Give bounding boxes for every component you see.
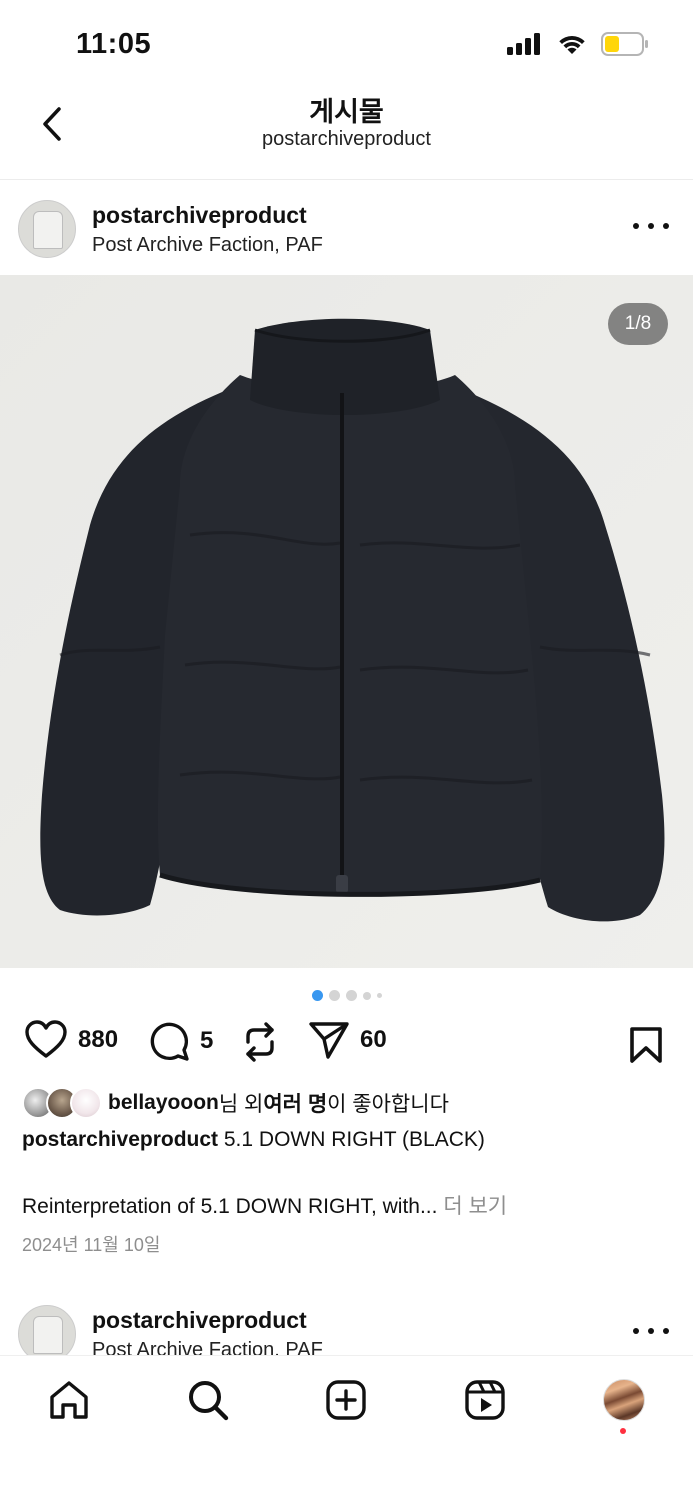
status-bar: 11:05 — [0, 0, 693, 88]
caption-username[interactable]: postarchiveproduct — [22, 1128, 218, 1151]
post-media-image[interactable]: 1/8 — [0, 275, 693, 968]
profile-avatar — [603, 1379, 645, 1421]
post-description: Reinterpretation of 5.1 DOWN RIGHT, with… — [22, 1190, 507, 1220]
description-text: Reinterpretation of 5.1 DOWN RIGHT, with… — [22, 1195, 444, 1218]
post-caption: postarchiveproduct 5.1 DOWN RIGHT (BLACK… — [22, 1128, 485, 1152]
liked-by-text-end: 이 좋아합니다 — [327, 1093, 449, 1116]
next-post-username[interactable]: postarchiveproduct — [92, 1307, 307, 1334]
more-options-button[interactable] — [633, 1321, 669, 1341]
page-subtitle[interactable]: postarchiveproduct — [0, 128, 693, 151]
create-post-icon — [326, 1380, 366, 1420]
next-post-location[interactable]: Post Archive Faction, PAF — [92, 1339, 323, 1355]
more-options-button[interactable] — [633, 216, 669, 236]
media-counter: 1/8 — [608, 303, 668, 345]
tab-home[interactable] — [45, 1376, 93, 1424]
status-icons — [507, 32, 649, 56]
more-link[interactable]: 더 보기 — [443, 1195, 507, 1218]
post-header: postarchiveproduct Post Archive Faction,… — [0, 180, 693, 275]
comment-button[interactable]: 5 — [148, 1020, 213, 1062]
post-location[interactable]: Post Archive Faction, PAF — [92, 234, 323, 257]
like-button[interactable]: 880 — [24, 1020, 118, 1060]
cellular-signal-icon — [507, 33, 540, 55]
wifi-icon — [559, 36, 585, 54]
liked-by[interactable]: bellayooon 님 외 여러 명이 좋아합니다 — [22, 1087, 449, 1119]
notification-dot — [620, 1428, 626, 1434]
battery-icon — [601, 32, 648, 56]
search-icon — [189, 1381, 229, 1421]
caption-text: 5.1 DOWN RIGHT (BLACK) — [218, 1128, 485, 1151]
next-post-header: postarchiveproduct Post Archive Faction,… — [0, 1285, 693, 1355]
jacket-photo — [0, 275, 693, 968]
post-username[interactable]: postarchiveproduct — [92, 202, 307, 229]
liked-by-others[interactable]: 여러 명 — [263, 1088, 327, 1118]
tab-profile[interactable] — [600, 1376, 648, 1424]
carousel-dot-active — [311, 990, 323, 1001]
status-time: 11:05 — [76, 28, 152, 60]
liked-by-avatars — [22, 1087, 104, 1119]
repost-button[interactable] — [240, 1020, 280, 1064]
bottom-tab-bar — [0, 1355, 693, 1500]
carousel-dots — [0, 990, 693, 1001]
repost-icon — [246, 1022, 274, 1062]
send-icon — [309, 1022, 349, 1059]
carousel-dot — [328, 990, 340, 1001]
liked-by-text: 님 외 — [218, 1093, 264, 1116]
save-button[interactable] — [629, 1026, 663, 1069]
tab-search[interactable] — [184, 1376, 232, 1424]
comment-icon — [150, 1022, 189, 1061]
avatar[interactable] — [18, 1305, 76, 1355]
avatar[interactable] — [18, 200, 76, 258]
post-date: 2024년 11월 10일 — [22, 1235, 161, 1255]
like-count: 880 — [78, 1026, 119, 1053]
comment-count: 5 — [200, 1027, 214, 1054]
share-button[interactable]: 60 — [308, 1020, 387, 1060]
bookmark-icon — [630, 1027, 662, 1063]
carousel-dot — [376, 993, 382, 998]
carousel-dot — [362, 991, 371, 1000]
post-actions: 880 5 60 — [0, 1020, 693, 1070]
avatar — [70, 1087, 102, 1119]
tab-reels[interactable] — [461, 1376, 509, 1424]
reels-icon — [465, 1380, 505, 1420]
heart-icon — [25, 1020, 67, 1058]
home-icon — [50, 1381, 88, 1419]
carousel-dot — [345, 990, 357, 1001]
share-count: 60 — [360, 1026, 387, 1053]
page-title: 게시물 — [309, 97, 384, 127]
nav-header: 게시물 postarchiveproduct — [0, 88, 693, 180]
liked-by-user[interactable]: bellayooon — [108, 1091, 219, 1115]
tab-create[interactable] — [322, 1376, 370, 1424]
